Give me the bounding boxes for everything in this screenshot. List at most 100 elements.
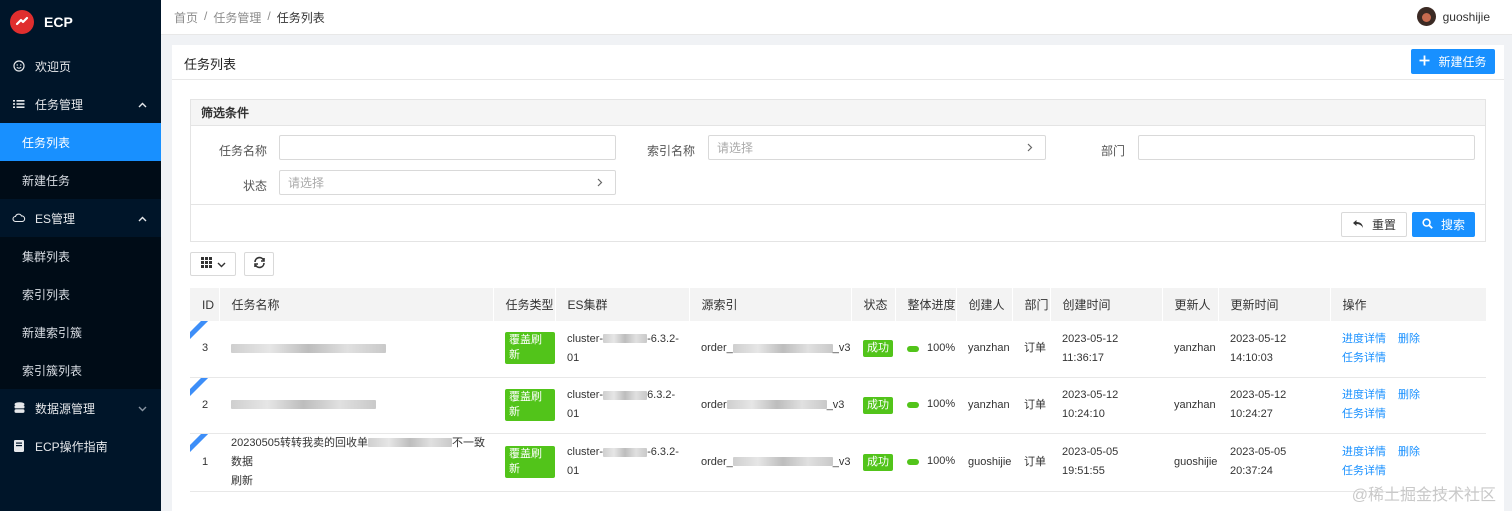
progress-detail-link[interactable]: 进度详情: [1342, 446, 1386, 458]
column-header[interactable]: 状态: [851, 288, 896, 321]
sidebar-item-es-management[interactable]: ES管理: [0, 199, 161, 237]
user-menu[interactable]: guoshijie: [1416, 7, 1490, 26]
task-name-input[interactable]: [279, 135, 616, 160]
sidebar-item-new-index-cluster[interactable]: 新建索引簇: [0, 313, 161, 351]
cell-actions: 进度详情 删除 任务详情: [1330, 377, 1486, 434]
cell-text: 20:37:24: [1230, 465, 1273, 477]
column-header[interactable]: 更新时间: [1218, 288, 1331, 321]
column-header[interactable]: ID: [190, 288, 220, 321]
book-icon: [12, 440, 26, 452]
delete-link[interactable]: 删除: [1398, 333, 1420, 345]
grid-icon: [200, 257, 212, 271]
cell-text: 14:10:03: [1230, 351, 1273, 364]
cell-text: 2023-05-05: [1062, 446, 1119, 458]
refresh-icon: [253, 256, 266, 272]
delete-link[interactable]: 删除: [1398, 389, 1420, 401]
sidebar-item-task-list[interactable]: 任务列表: [0, 123, 161, 161]
cell-text: 11:36:17: [1062, 351, 1105, 364]
delete-link[interactable]: 删除: [1398, 446, 1420, 458]
cell-text: 01: [567, 408, 580, 420]
progress-indicator: 100%: [907, 395, 955, 414]
column-settings-button[interactable]: [190, 252, 236, 276]
progress-detail-link[interactable]: 进度详情: [1342, 333, 1386, 345]
column-header[interactable]: 更新人: [1162, 288, 1219, 321]
redacted-text: [732, 343, 833, 353]
task-detail-link[interactable]: 任务详情: [1342, 408, 1386, 420]
cell-text: order_: [701, 455, 733, 468]
header: 首页 / 任务管理 / 任务列表 guoshijie: [161, 0, 1512, 35]
cell-source-index: order _v3: [689, 377, 851, 434]
sidebar-item-ecp-guide[interactable]: ECP操作指南: [0, 427, 161, 465]
refresh-button[interactable]: [244, 252, 274, 276]
page-title: 任务列表: [184, 57, 237, 72]
cell-task-name: [219, 321, 493, 378]
user-name: guoshijie: [1442, 9, 1490, 24]
divider: [191, 204, 1485, 205]
breadcrumb-task-management[interactable]: 任务管理: [213, 9, 261, 26]
new-ribbon: [190, 321, 208, 339]
cell-text: 1: [202, 455, 209, 468]
sidebar-item-label: ECP操作指南: [35, 439, 108, 454]
cell-created-at: 2023-05-05 19:51:55: [1050, 433, 1162, 492]
task-detail-link[interactable]: 任务详情: [1342, 352, 1386, 364]
cell-creator: yanzhan: [956, 321, 1012, 378]
table-header: ID 任务名称 任务类型 ES集群 源索引 状态 整体进度 创建人 部门 创建时…: [190, 288, 1487, 321]
sidebar-item-label: 集群列表: [22, 249, 71, 264]
sidebar-item-cluster-list[interactable]: 集群列表: [0, 237, 161, 275]
sidebar-item-index-list[interactable]: 索引列表: [0, 275, 161, 313]
cell-text: 2023-05-12: [1062, 332, 1119, 345]
column-header[interactable]: 整体进度: [895, 288, 957, 321]
sidebar-item-task-management[interactable]: 任务管理: [0, 85, 161, 123]
sidebar-item-datasource[interactable]: 数据源管理: [0, 389, 161, 427]
cell-id: 2: [190, 377, 219, 434]
column-header[interactable]: 任务类型: [493, 288, 556, 321]
cell-text: 刷新: [231, 474, 253, 487]
cell-text: _v3: [832, 342, 851, 355]
sidebar-item-label: 数据源管理: [35, 401, 96, 416]
sidebar-item-welcome[interactable]: 欢迎页: [0, 47, 161, 85]
cell-dept: 订单: [1012, 321, 1050, 378]
app-logo[interactable]: ECP: [0, 0, 161, 44]
column-header[interactable]: ES集群: [555, 288, 690, 321]
new-ribbon: [190, 378, 208, 396]
table-row: 3 覆盖刷新 cluster- -6.3.2- 01 order_ _v3 成功 10…: [190, 321, 1486, 378]
cell-text: -6.3.2-: [647, 332, 679, 345]
index-name-select[interactable]: 请选择: [708, 135, 1046, 160]
column-header[interactable]: 操作: [1330, 288, 1487, 321]
cell-task-name: 20230505转转我卖的回收单 不一致数据 刷新: [219, 433, 493, 492]
index-name-label: 索引名称: [646, 144, 695, 158]
sidebar-item-label: 索引列表: [22, 287, 71, 302]
progress-indicator: 100%: [907, 339, 955, 358]
main-panel: 任务列表 新建任务 筛选条件 任务名称 索引名称 请选择 部门 状态 请选择 重…: [172, 45, 1504, 511]
breadcrumb-home[interactable]: 首页: [174, 9, 198, 26]
column-header[interactable]: 源索引: [689, 288, 852, 321]
sidebar-item-index-cluster-list[interactable]: 索引簇列表: [0, 351, 161, 389]
task-detail-link[interactable]: 任务详情: [1342, 465, 1386, 477]
column-header[interactable]: 任务名称: [219, 288, 494, 321]
status-select[interactable]: 请选择: [279, 170, 616, 195]
task-name-label: 任务名称: [218, 144, 267, 158]
cell-text: 2023-05-12: [1230, 389, 1287, 401]
cell-text: 2023-05-12: [1062, 389, 1119, 401]
cell-updated-at: 2023-05-12 14:10:03: [1218, 321, 1330, 378]
breadcrumb-separator: /: [267, 8, 271, 23]
cell-text: cluster-: [567, 389, 604, 401]
cell-source-index: order_ _v3: [689, 433, 851, 492]
new-task-button[interactable]: 新建任务: [1411, 49, 1495, 74]
reset-button[interactable]: 重置: [1341, 212, 1407, 237]
status-badge: 成功: [863, 340, 893, 358]
redacted-text: [367, 438, 452, 448]
redacted-text: [726, 400, 827, 410]
filter-title: 筛选条件: [191, 100, 1485, 126]
column-header[interactable]: 部门: [1012, 288, 1051, 321]
column-header[interactable]: 创建人: [956, 288, 1013, 321]
search-button[interactable]: 搜索: [1412, 212, 1475, 237]
sidebar-item-new-task[interactable]: 新建任务: [0, 161, 161, 199]
cell-task-type: 覆盖刷新: [493, 377, 555, 434]
dept-input[interactable]: [1138, 135, 1475, 160]
column-header[interactable]: 创建时间: [1050, 288, 1163, 321]
chevron-up-icon: [138, 211, 147, 225]
cell-creator: yanzhan: [956, 377, 1012, 434]
sidebar-item-label: 新建索引簇: [22, 325, 83, 340]
progress-detail-link[interactable]: 进度详情: [1342, 389, 1386, 401]
